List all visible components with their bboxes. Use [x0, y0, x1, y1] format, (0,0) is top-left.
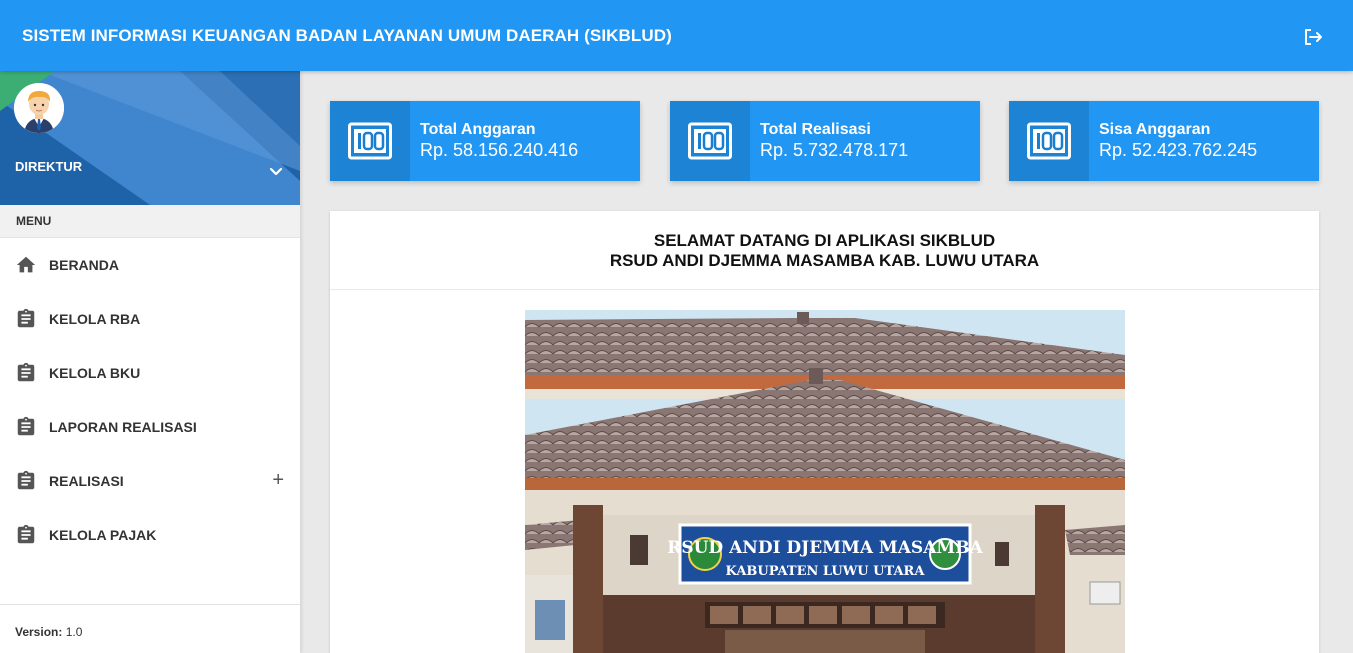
info-box-total-anggaran: Total Anggaran Rp. 58.156.240.416 [330, 101, 640, 181]
assignment-icon [17, 524, 35, 544]
info-box-sisa-anggaran: Sisa Anggaran Rp. 52.423.762.245 [1009, 101, 1319, 181]
info-box-total-realisasi: Total Realisasi Rp. 5.732.478.171 [670, 101, 980, 181]
assignment-icon [17, 362, 35, 382]
logout-icon[interactable] [1301, 25, 1325, 49]
assignment-icon [17, 308, 35, 328]
sidebar-item-label: KELOLA RBA [49, 311, 141, 327]
home-icon [16, 256, 36, 273]
welcome-subtitle: RSUD ANDI DJEMMA MASAMBA KAB. LUWU UTARA [609, 251, 1040, 270]
avatar[interactable] [14, 83, 64, 133]
sidebar-item-kelola-rba[interactable]: KELOLA RBA [0, 292, 300, 346]
sidebar-item-label: LAPORAN REALISASI [49, 419, 197, 435]
money-icon [688, 122, 732, 160]
sidebar-item-realisasi[interactable]: REALISASI + [0, 454, 300, 508]
expand-plus-icon[interactable]: + [272, 469, 284, 491]
info-box-label: Sisa Anggaran [1099, 121, 1211, 138]
sidebar-item-laporan-realisasi[interactable]: LAPORAN REALISASI [0, 400, 300, 454]
sign-text-line2: KABUPATEN LUWU UTARA [726, 564, 926, 579]
sign-text-line1: RSUD ANDI DJEMMA MASAMBA [667, 538, 983, 558]
chevron-down-icon[interactable] [266, 162, 286, 182]
hospital-building-image: RSUD ANDI DJEMMA MASAMBA KABUPATEN LUWU … [525, 310, 1125, 653]
info-box-icon-area [1009, 101, 1089, 181]
user-name: DIREKTUR [15, 159, 83, 174]
sidebar-item-kelola-pajak[interactable]: KELOLA PAJAK [0, 508, 300, 562]
sidebar-item-kelola-bku[interactable]: KELOLA BKU [0, 346, 300, 400]
info-box-value: Rp. 5.732.478.171 [760, 140, 909, 160]
top-navbar: SISTEM INFORMASI KEUANGAN BADAN LAYANAN … [0, 0, 1353, 71]
info-box-value: Rp. 52.423.762.245 [1099, 140, 1258, 160]
info-box-icon-area [330, 101, 410, 181]
app-title: SISTEM INFORMASI KEUANGAN BADAN LAYANAN … [22, 26, 672, 45]
hospital-photo: RSUD ANDI DJEMMA MASAMBA KABUPATEN LUWU … [525, 310, 1125, 653]
version-label: Version: [15, 625, 63, 639]
user-info-panel: DIREKTUR [0, 71, 300, 205]
sidebar-footer: Version: 1.0 [0, 604, 300, 653]
sidebar-item-label: REALISASI [49, 473, 124, 489]
sidebar-item-beranda[interactable]: BERANDA [0, 238, 300, 292]
sidebar-item-label: KELOLA BKU [49, 365, 141, 381]
info-box-label: Total Realisasi [760, 121, 871, 138]
sidebar-item-label: KELOLA PAJAK [49, 527, 157, 543]
menu-header: MENU [0, 205, 300, 238]
info-box-label: Total Anggaran [420, 121, 536, 138]
sidebar: DIREKTUR MENU BERANDA KELOLA RBA KELOLA … [0, 71, 300, 653]
user-avatar-icon [14, 83, 64, 133]
assignment-icon [17, 470, 35, 490]
welcome-card: SELAMAT DATANG DI APLIKASI SIKBLUD RSUD … [330, 211, 1319, 653]
sidebar-item-label: BERANDA [49, 257, 119, 273]
version-value: 1.0 [65, 625, 83, 639]
money-icon [348, 122, 392, 160]
info-box-icon-area [670, 101, 750, 181]
welcome-title: SELAMAT DATANG DI APLIKASI SIKBLUD [653, 231, 996, 250]
assignment-icon [17, 416, 35, 436]
info-box-value: Rp. 58.156.240.416 [420, 140, 579, 160]
money-icon [1027, 122, 1071, 160]
welcome-card-header: SELAMAT DATANG DI APLIKASI SIKBLUD RSUD … [330, 211, 1319, 290]
